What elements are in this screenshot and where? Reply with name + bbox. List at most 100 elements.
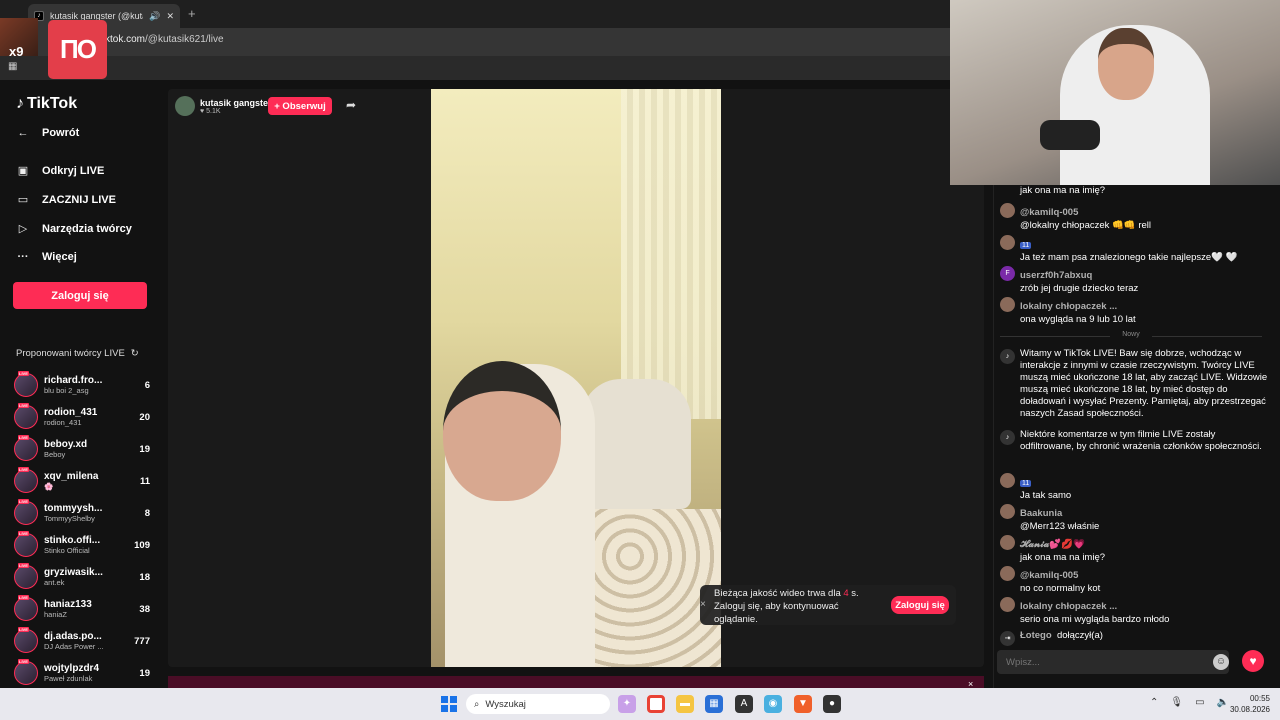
creator-subname: TommyyShelby bbox=[44, 514, 95, 523]
chevron-up-icon[interactable]: ⌃ bbox=[1150, 697, 1158, 708]
chat-text: jak ona ma na imię? bbox=[1020, 552, 1106, 563]
suggested-creator[interactable]: LIVE gryziwasik... ant.ek 18 bbox=[14, 562, 150, 592]
suggested-creator[interactable]: LIVE rodion_431 rodion_431 20 bbox=[14, 402, 150, 432]
copilot-icon[interactable]: ✦ bbox=[618, 695, 636, 713]
nav-start-live[interactable]: ▭ ZACZNIJ LIVE bbox=[16, 193, 116, 207]
chat-username[interactable]: lokalny chłopaczek ... bbox=[1020, 301, 1117, 312]
chat-avatar[interactable] bbox=[1000, 297, 1015, 312]
microphone-icon[interactable]: 🎙 bbox=[1170, 697, 1183, 708]
follow-button[interactable]: + Obserwuj bbox=[268, 97, 332, 115]
chat-avatar[interactable] bbox=[1000, 504, 1015, 519]
obs-icon[interactable]: ● bbox=[823, 695, 841, 713]
streamer-likes: ♥ 5.1K bbox=[200, 107, 221, 115]
login-button[interactable]: Zaloguj się bbox=[13, 282, 147, 309]
viewer-count: 109 bbox=[134, 539, 150, 551]
chat-message-top: jak ona ma na imię? bbox=[1020, 185, 1106, 196]
clock[interactable]: 00:55 30.08.2026 bbox=[1226, 693, 1270, 715]
app-icon[interactable]: A bbox=[735, 695, 753, 713]
streamer-name[interactable]: kutasik gangster bbox=[200, 98, 272, 108]
search-icon: ⌕ bbox=[474, 698, 480, 710]
webcam-overlay bbox=[950, 0, 1280, 185]
chat-username[interactable]: @kamilq-005 bbox=[1020, 570, 1078, 581]
viewer-count: 19 bbox=[139, 667, 150, 679]
creator-subname: ant.ek bbox=[44, 578, 65, 587]
video-person-secondary bbox=[581, 379, 691, 509]
chat-avatar[interactable] bbox=[1000, 535, 1015, 550]
suggested-creators-heading: Proponowani twórcy LIVE ↻ bbox=[16, 348, 139, 359]
chat-avatar[interactable]: F bbox=[1000, 266, 1015, 281]
share-icon[interactable]: ➦ bbox=[346, 98, 356, 112]
creator-subname: Stinko Official bbox=[44, 546, 90, 555]
chat-input[interactable] bbox=[997, 650, 1229, 674]
tab-close-icon[interactable]: ✕ bbox=[166, 11, 174, 22]
creator-subname: 🌸 bbox=[44, 482, 54, 491]
live-video[interactable] bbox=[431, 89, 721, 667]
chat-message: lokalny chłopaczek ... ona wygląda na 9 l… bbox=[1000, 296, 1268, 326]
streamer-avatar[interactable] bbox=[175, 96, 195, 116]
chat-text: @lokalny chłopaczek 👊👊 rell bbox=[1020, 220, 1151, 231]
suggested-creator[interactable]: LIVE beboy.xd Beboy 19 bbox=[14, 434, 150, 464]
chat-username[interactable]: @kamilq-005 bbox=[1020, 207, 1078, 218]
creator-avatar: LIVE bbox=[14, 627, 38, 653]
creator-avatar: LIVE bbox=[14, 435, 38, 461]
creator-avatar: LIVE bbox=[14, 531, 38, 557]
tiktok-logo[interactable]: ♪ TikTok bbox=[16, 95, 77, 113]
chat-avatar[interactable] bbox=[1000, 566, 1015, 581]
suggested-creator[interactable]: LIVE haniaz133 haniaZ 38 bbox=[14, 594, 150, 624]
creator-name: richard.fro... bbox=[44, 375, 103, 386]
chat-avatar[interactable] bbox=[1000, 597, 1015, 612]
live-badge: LIVE bbox=[18, 467, 29, 472]
quality-login-button[interactable]: Zaloguj się bbox=[891, 596, 949, 614]
calendar-icon: ▣ bbox=[17, 165, 29, 177]
heart-button[interactable]: ♥ bbox=[1242, 650, 1264, 672]
back-link[interactable]: ← Powrót bbox=[16, 127, 80, 139]
store-icon[interactable]: ▦ bbox=[705, 695, 723, 713]
chat-avatar[interactable] bbox=[1000, 203, 1015, 218]
chat-avatar[interactable] bbox=[1000, 235, 1015, 250]
creator-name: wojtylpzdr4 bbox=[44, 663, 100, 674]
windows-start-icon[interactable] bbox=[441, 696, 457, 712]
suggested-creator[interactable]: LIVE xqv_milena 🌸 11 bbox=[14, 466, 150, 496]
chat-avatar[interactable] bbox=[1000, 473, 1015, 488]
viewer-count: 20 bbox=[139, 411, 150, 423]
creator-name: rodion_431 bbox=[44, 407, 98, 418]
webcam-head bbox=[1098, 28, 1154, 100]
new-tab-button[interactable]: + bbox=[188, 6, 196, 21]
creator-subname: Beboy bbox=[44, 450, 66, 459]
creator-avatar: LIVE bbox=[14, 467, 38, 493]
nav-creator-tools[interactable]: ▷ Narzędzia twórcy bbox=[16, 222, 132, 236]
live-badge: LIVE bbox=[18, 627, 29, 632]
suggested-creator[interactable]: LIVE tommyysh... TommyyShelby 8 bbox=[14, 498, 150, 528]
chat-username[interactable]: lokalny chłopaczek ... bbox=[1020, 601, 1117, 612]
streamer-info[interactable]: kutasik gangster ♥ 5.1K bbox=[175, 96, 272, 116]
arrow-left-icon: ← bbox=[17, 127, 29, 139]
emoji-icon[interactable]: ☺ bbox=[1213, 654, 1229, 670]
join-message: ⇥ Łotego dołączył(a) bbox=[1000, 630, 1268, 646]
creator-avatar: LIVE bbox=[14, 595, 38, 621]
suggested-creator[interactable]: LIVE stinko.offi... Stinko Official 109 bbox=[14, 530, 150, 560]
file-explorer-icon[interactable]: ▬ bbox=[676, 695, 694, 713]
nav-more[interactable]: ··· Więcej bbox=[16, 251, 77, 263]
suggested-creator[interactable]: LIVE dj.adas.po... DJ Adas Power ... 777 bbox=[14, 626, 150, 656]
taskbar-search[interactable]: ⌕ Wyszukaj bbox=[466, 694, 610, 714]
chrome-icon[interactable] bbox=[647, 695, 665, 713]
brave-icon[interactable]: ▼ bbox=[794, 695, 812, 713]
live-badge: LIVE bbox=[18, 403, 29, 408]
creator-subname: Paweł zdunlak bbox=[44, 674, 93, 683]
join-icon: ⇥ bbox=[1000, 631, 1015, 646]
nav-discover-live[interactable]: ▣ Odkryj LIVE bbox=[16, 164, 105, 178]
suggested-creator[interactable]: LIVE wojtylpzdr4 Paweł zdunlak 19 bbox=[14, 658, 150, 688]
network-icon[interactable]: ▭ bbox=[1195, 697, 1204, 708]
speaker-icon[interactable]: 🔊 bbox=[149, 11, 160, 22]
new-messages-divider: Nowy bbox=[1000, 331, 1262, 341]
chat-username[interactable]: userzf0h7abxuq bbox=[1020, 270, 1092, 281]
creator-avatar: LIVE bbox=[14, 659, 38, 685]
chat-username[interactable]: 𝓗𝓪𝓷𝓲𝓪💕💋💗 bbox=[1020, 539, 1085, 550]
refresh-icon[interactable]: ↻ bbox=[131, 348, 139, 359]
chat-username[interactable]: Baakunia bbox=[1020, 508, 1062, 519]
app-globe-icon[interactable]: ◉ bbox=[764, 695, 782, 713]
notice-close-icon[interactable]: × bbox=[700, 599, 706, 610]
url-text[interactable]: tiktok.com/@kutasik621/live bbox=[100, 34, 224, 45]
apps-grid-icon[interactable]: ▦ bbox=[8, 61, 17, 72]
suggested-creator[interactable]: LIVE richard.fro... blu boi 2_asg 6 bbox=[14, 370, 150, 400]
